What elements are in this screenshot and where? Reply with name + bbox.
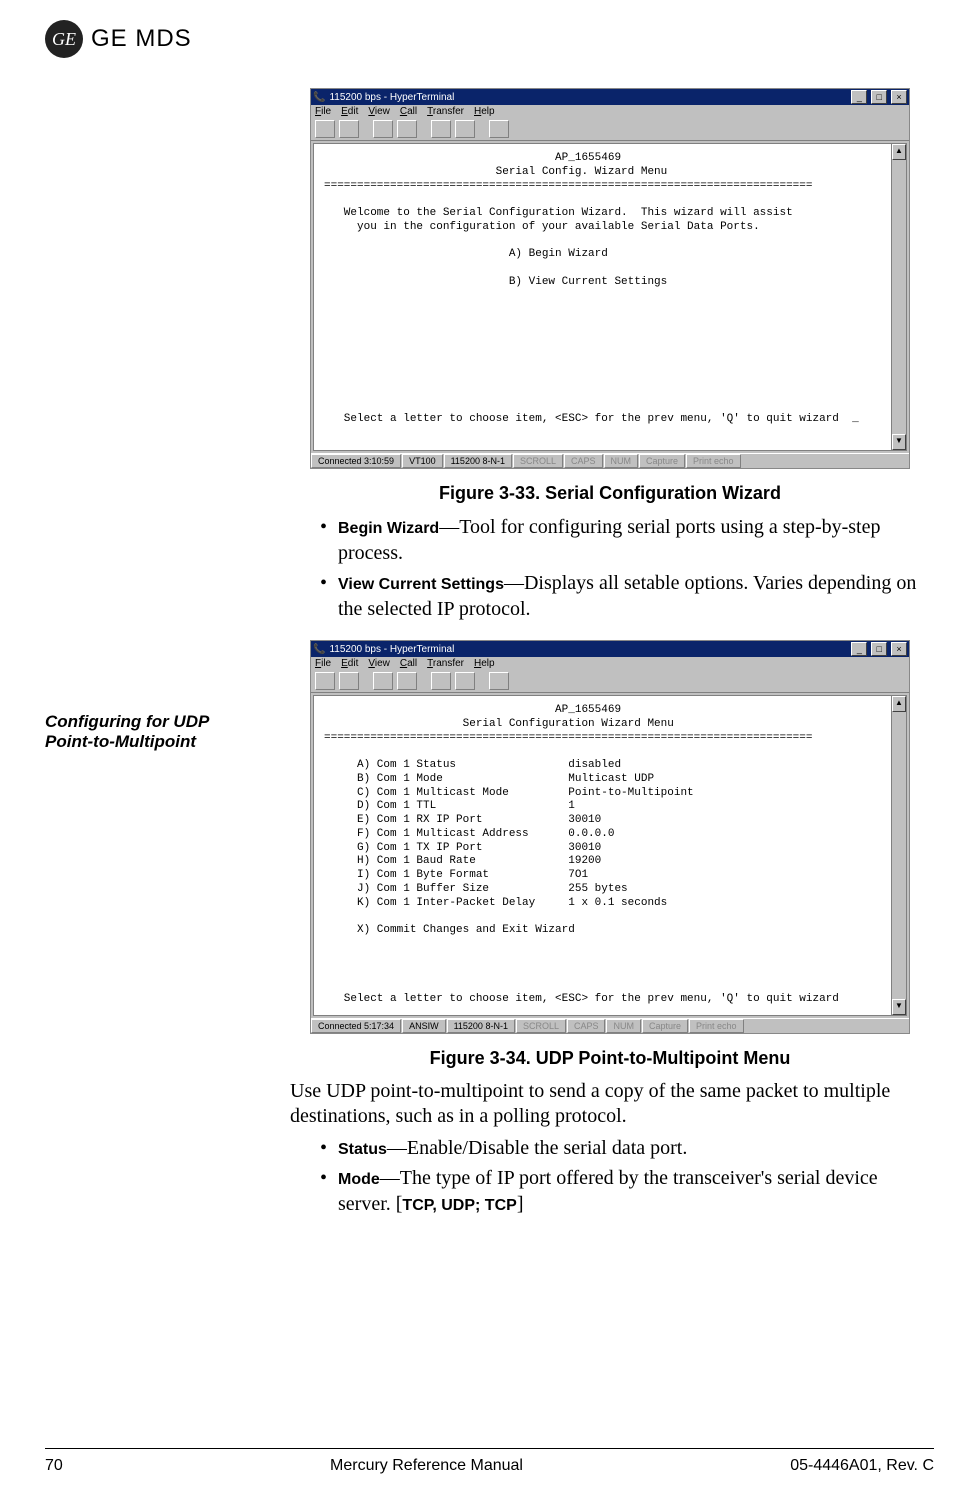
- menu-view[interactable]: View: [368, 106, 390, 117]
- menu-edit[interactable]: Edit: [341, 658, 358, 669]
- close-icon[interactable]: ×: [891, 90, 907, 104]
- status-connected: Connected 5:17:34: [311, 1019, 401, 1033]
- menu-help[interactable]: Help: [474, 106, 495, 117]
- paragraph: Use UDP point-to-multipoint to send a co…: [290, 1079, 930, 1129]
- window-title: 115200 bps - HyperTerminal: [329, 92, 454, 103]
- toolbar-btn[interactable]: [315, 672, 335, 690]
- status-emulation: ANSIW: [402, 1019, 446, 1033]
- scrollbar[interactable]: ▲ ▼: [891, 696, 906, 1015]
- option-name: Mode: [338, 1171, 380, 1188]
- options-list-2: Status—Enable/Disable the serial data po…: [320, 1135, 930, 1217]
- option-desc: —Enable/Disable the serial data port.: [387, 1137, 687, 1159]
- options-list-1: Begin Wizard—Tool for configuring serial…: [320, 514, 930, 622]
- menu-transfer[interactable]: Transfer: [427, 658, 464, 669]
- toolbar-btn[interactable]: [431, 672, 451, 690]
- hyperterminal-window-1: 📞 115200 bps - HyperTerminal _ □ × File …: [310, 88, 910, 469]
- status-connected: Connected 3:10:59: [311, 454, 401, 468]
- status-print: Print echo: [689, 1019, 744, 1033]
- menu-file[interactable]: File: [315, 658, 331, 669]
- toolbar-btn[interactable]: [397, 120, 417, 138]
- close-icon[interactable]: ×: [891, 642, 907, 656]
- doc-id: 05-4446A01, Rev. C: [790, 1457, 934, 1475]
- titlebar: 📞 115200 bps - HyperTerminal _ □ ×: [311, 641, 909, 657]
- menu-transfer[interactable]: Transfer: [427, 106, 464, 117]
- page-footer: 70 Mercury Reference Manual 05-4446A01, …: [45, 1448, 934, 1475]
- option-name: Begin Wizard: [338, 520, 439, 537]
- list-item: Mode—The type of IP port offered by the …: [320, 1165, 930, 1217]
- ge-logo-icon: GE: [45, 20, 83, 58]
- app-icon: 📞: [313, 644, 325, 655]
- menu-edit[interactable]: Edit: [341, 106, 358, 117]
- menubar: File Edit View Call Transfer Help: [311, 657, 909, 670]
- figure-caption-1: Figure 3-33. Serial Configuration Wizard: [290, 483, 930, 504]
- status-capture: Capture: [642, 1019, 688, 1033]
- list-item: View Current Settings—Displays all setab…: [320, 570, 930, 622]
- status-print: Print echo: [686, 454, 741, 468]
- toolbar: [311, 670, 909, 693]
- scroll-down-icon[interactable]: ▼: [892, 434, 906, 450]
- status-caps: CAPS: [564, 454, 603, 468]
- toolbar-btn[interactable]: [431, 120, 451, 138]
- menu-call[interactable]: Call: [400, 106, 417, 117]
- status-caps: CAPS: [567, 1019, 606, 1033]
- menubar: File Edit View Call Transfer Help: [311, 105, 909, 118]
- menu-file[interactable]: File: [315, 106, 331, 117]
- list-item: Status—Enable/Disable the serial data po…: [320, 1135, 930, 1161]
- status-emulation: VT100: [402, 454, 443, 468]
- brand-text: GE MDS: [91, 25, 192, 53]
- window-title: 115200 bps - HyperTerminal: [329, 644, 454, 655]
- menu-view[interactable]: View: [368, 658, 390, 669]
- scroll-up-icon[interactable]: ▲: [892, 696, 906, 712]
- minimize-icon[interactable]: _: [851, 642, 867, 656]
- toolbar: [311, 118, 909, 141]
- terminal-output: AP_1655469 Serial Configuration Wizard M…: [314, 696, 891, 1015]
- toolbar-btn[interactable]: [373, 120, 393, 138]
- hyperterminal-window-2: 📞 115200 bps - HyperTerminal _ □ × File …: [310, 640, 910, 1034]
- scroll-up-icon[interactable]: ▲: [892, 144, 906, 160]
- option-close: ]: [517, 1193, 524, 1215]
- list-item: Begin Wizard—Tool for configuring serial…: [320, 514, 930, 566]
- doc-title: Mercury Reference Manual: [330, 1457, 523, 1475]
- status-num: NUM: [604, 454, 639, 468]
- toolbar-btn[interactable]: [455, 120, 475, 138]
- sidebar-heading: Configuring for UDP Point-to-Multipoint: [45, 712, 245, 751]
- status-scroll: SCROLL: [513, 454, 563, 468]
- statusbar: Connected 5:17:34 ANSIW 115200 8-N-1 SCR…: [311, 1018, 909, 1033]
- status-num: NUM: [606, 1019, 641, 1033]
- scroll-down-icon[interactable]: ▼: [892, 999, 906, 1015]
- figure-caption-2: Figure 3-34. UDP Point-to-Multipoint Men…: [290, 1048, 930, 1069]
- statusbar: Connected 3:10:59 VT100 115200 8-N-1 SCR…: [311, 453, 909, 468]
- maximize-icon[interactable]: □: [871, 642, 887, 656]
- terminal-output: AP_1655469 Serial Config. Wizard Menu ==…: [314, 144, 891, 450]
- toolbar-btn[interactable]: [339, 120, 359, 138]
- option-values: TCP, UDP; TCP: [402, 1197, 516, 1214]
- toolbar-btn[interactable]: [397, 672, 417, 690]
- toolbar-btn[interactable]: [373, 672, 393, 690]
- minimize-icon[interactable]: _: [851, 90, 867, 104]
- page-number: 70: [45, 1457, 63, 1475]
- status-port: 115200 8-N-1: [444, 454, 512, 468]
- maximize-icon[interactable]: □: [871, 90, 887, 104]
- option-name: Status: [338, 1141, 387, 1158]
- menu-help[interactable]: Help: [474, 658, 495, 669]
- menu-call[interactable]: Call: [400, 658, 417, 669]
- option-name: View Current Settings: [338, 576, 504, 593]
- toolbar-btn[interactable]: [455, 672, 475, 690]
- scrollbar[interactable]: ▲ ▼: [891, 144, 906, 450]
- status-scroll: SCROLL: [516, 1019, 566, 1033]
- toolbar-btn[interactable]: [489, 120, 509, 138]
- status-port: 115200 8-N-1: [447, 1019, 515, 1033]
- app-icon: 📞: [313, 92, 325, 103]
- toolbar-btn[interactable]: [339, 672, 359, 690]
- titlebar: 📞 115200 bps - HyperTerminal _ □ ×: [311, 89, 909, 105]
- status-capture: Capture: [639, 454, 685, 468]
- toolbar-btn[interactable]: [489, 672, 509, 690]
- brand-header: GE GE MDS: [45, 20, 934, 58]
- toolbar-btn[interactable]: [315, 120, 335, 138]
